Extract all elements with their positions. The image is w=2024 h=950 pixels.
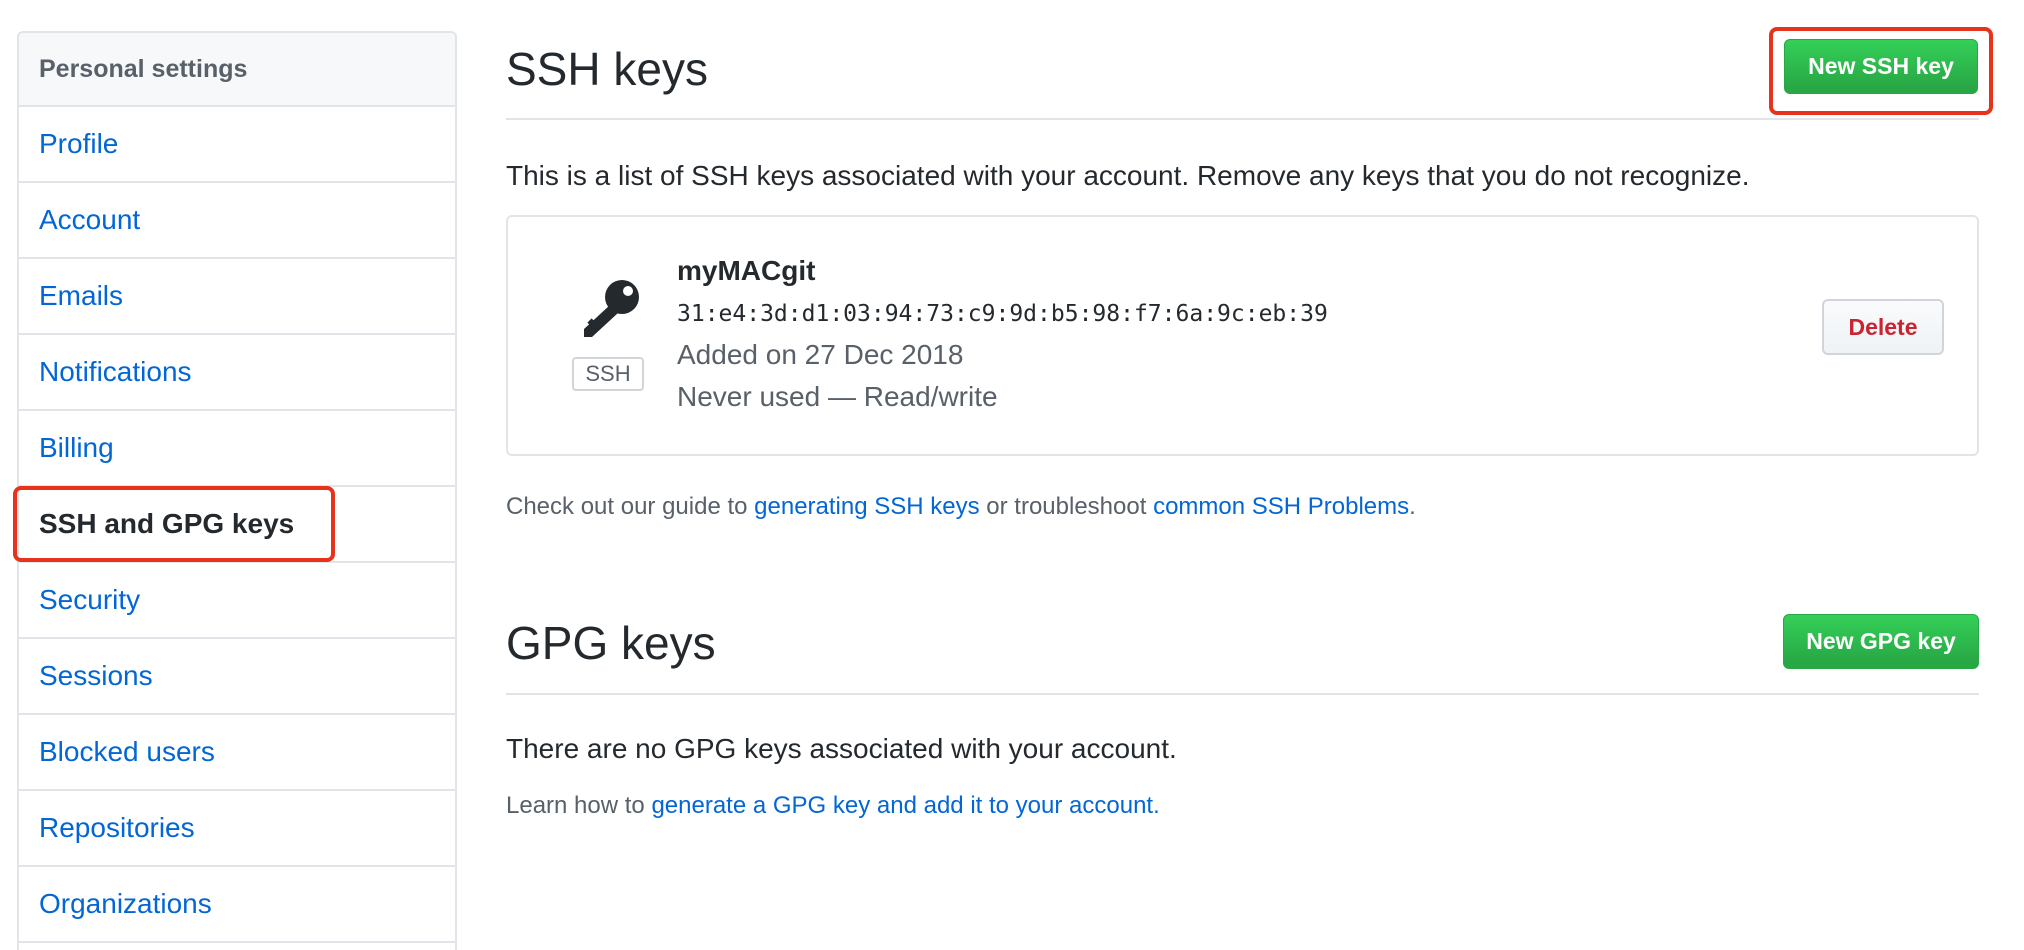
sidebar-item-repositories[interactable]: Repositories [19, 791, 455, 867]
ssh-key-added-date: Added on 27 Dec 2018 [677, 339, 964, 370]
ssh-description: This is a list of SSH keys associated wi… [506, 160, 1750, 191]
gpg-learn-suffix: . [1153, 792, 1160, 819]
ssh-badge: SSH [572, 357, 644, 391]
gpg-section-divider [506, 693, 1979, 695]
ssh-key-item: SSH myMACgit 31:e4:3d:d1:03:94:73:c9:9d:… [506, 215, 1979, 456]
sidebar-item-organizations[interactable]: Organizations [19, 867, 455, 943]
sidebar-item-blocked-users[interactable]: Blocked users [19, 715, 455, 791]
gpg-learn-prefix: Learn how to [506, 792, 652, 819]
sidebar-item-security[interactable]: Security [19, 563, 455, 639]
sidebar-item-ssh-gpg-keys[interactable]: SSH and GPG keys [19, 487, 455, 563]
generate-gpg-key-link[interactable]: generate a GPG key and add it to your ac… [651, 792, 1153, 819]
ssh-section-divider [506, 118, 1979, 120]
ssh-guide-suffix: . [1409, 493, 1416, 520]
ssh-guide-middle: or troubleshoot [979, 493, 1154, 520]
sidebar-item-sessions[interactable]: Sessions [19, 639, 455, 715]
settings-sidebar: Personal settings Profile Account Emails… [17, 31, 457, 950]
page: Personal settings Profile Account Emails… [0, 0, 2024, 950]
gpg-keys-title: GPG keys [506, 617, 716, 669]
key-icon [584, 280, 639, 337]
sidebar-item-emails[interactable]: Emails [19, 259, 455, 335]
gpg-learn-text: Learn how to generate a GPG key and add … [506, 792, 1160, 820]
new-gpg-key-button[interactable]: New GPG key [1783, 614, 1979, 669]
ssh-key-fingerprint: 31:e4:3d:d1:03:94:73:c9:9d:b5:98:f7:6a:9… [677, 301, 1328, 327]
sidebar-header: Personal settings [19, 33, 455, 107]
delete-ssh-key-button[interactable]: Delete [1822, 299, 1944, 355]
sidebar-item-billing[interactable]: Billing [19, 411, 455, 487]
ssh-keys-title: SSH keys [506, 43, 708, 95]
ssh-key-name: myMACgit [677, 255, 816, 286]
sidebar-item-notifications[interactable]: Notifications [19, 335, 455, 411]
sidebar-item-profile[interactable]: Profile [19, 107, 455, 183]
ssh-guide-text: Check out our guide to generating SSH ke… [506, 493, 1416, 521]
generating-ssh-keys-link[interactable]: generating SSH keys [754, 493, 979, 520]
gpg-empty-text: There are no GPG keys associated with yo… [506, 733, 1177, 764]
common-ssh-problems-link[interactable]: common SSH Problems [1153, 493, 1409, 520]
new-ssh-key-button[interactable]: New SSH key [1784, 39, 1978, 94]
ssh-guide-prefix: Check out our guide to [506, 493, 755, 520]
sidebar-item-account[interactable]: Account [19, 183, 455, 259]
ssh-key-usage: Never used — Read/write [677, 381, 998, 412]
